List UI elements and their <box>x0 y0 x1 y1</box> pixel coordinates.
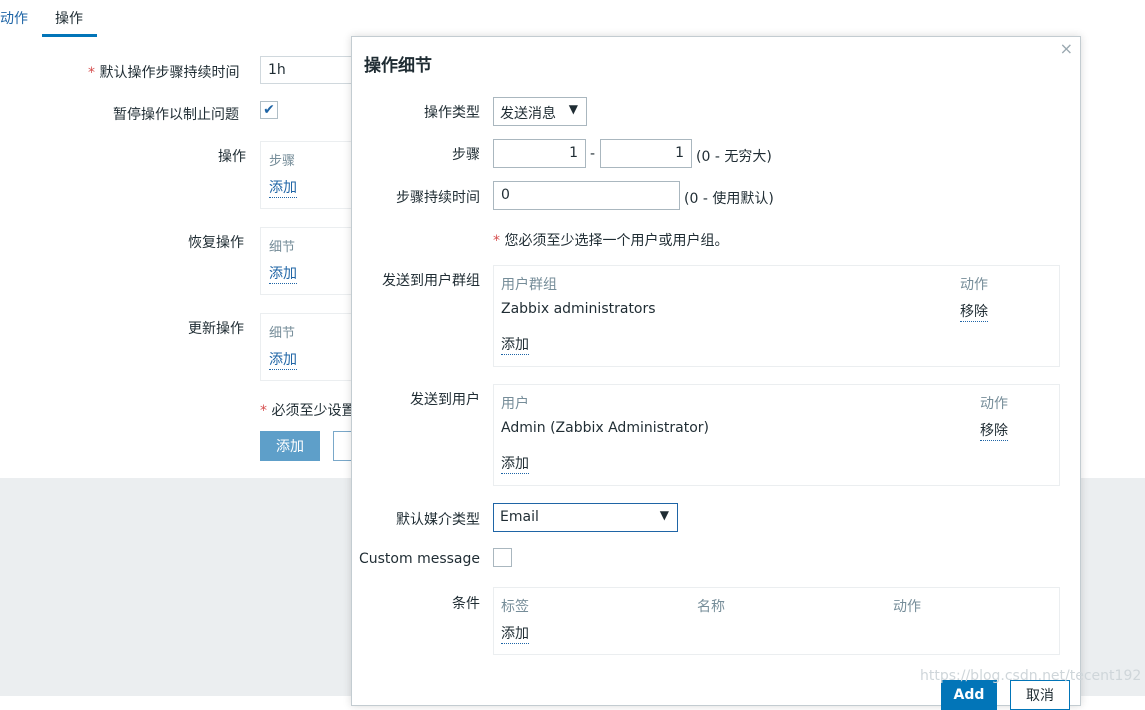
recovery-add-link[interactable]: 添加 <box>269 263 297 284</box>
dialog-title: 操作细节 <box>364 56 432 76</box>
recovery-header: 细节 <box>269 240 296 255</box>
step-to-input[interactable]: 1 <box>600 139 692 168</box>
users-table: 用户 动作 Admin (Zabbix Administrator) 移除 添加 <box>493 384 1060 486</box>
users-add-link[interactable]: 添加 <box>501 453 529 474</box>
operations-label: 操作 <box>218 149 246 165</box>
watermark-text: https://blog.csdn.net/tecent192 <box>920 668 1142 684</box>
step-separator: - <box>590 146 596 162</box>
update-operations-label: 更新操作 <box>188 321 244 337</box>
tab-operations[interactable]: 操作 <box>55 8 83 28</box>
conditions-add-link[interactable]: 添加 <box>501 623 529 644</box>
required-user-note: * 您必须至少选择一个用户或用户组。 <box>493 233 729 249</box>
conditions-table: 标签 名称 动作 添加 <box>493 587 1060 655</box>
update-header: 细节 <box>269 326 296 341</box>
media-type-value: Email <box>500 509 539 525</box>
user-group-name: Zabbix administrators <box>501 301 656 317</box>
pause-operations-checkbox[interactable]: ✔ <box>260 101 278 119</box>
step-from-input[interactable]: 1 <box>493 139 586 168</box>
dialog-add-button[interactable]: Add <box>941 680 997 710</box>
operation-type-select[interactable]: 发送消息 ▼ <box>493 97 587 126</box>
dropdown-arrow-icon: ▼ <box>568 102 578 116</box>
pause-operations-label: 暂停操作以制止问题 <box>113 107 239 123</box>
recovery-operations-box: 细节 添加 <box>260 227 352 295</box>
send-to-groups-label: 发送到用户群组 <box>382 273 480 289</box>
user-groups-col-action: 动作 <box>960 277 988 293</box>
tab-actions[interactable]: 动作 <box>0 8 28 28</box>
conditions-label: 条件 <box>452 596 480 612</box>
steps-hint: (0 - 无穷大) <box>696 149 772 165</box>
step-duration-input[interactable]: 0 <box>493 181 680 210</box>
dialog-cancel-button[interactable]: 取消 <box>1010 680 1070 710</box>
user-remove-link[interactable]: 移除 <box>980 420 1008 441</box>
operation-type-label: 操作类型 <box>424 105 480 121</box>
background-secondary-button[interactable] <box>333 431 352 461</box>
recovery-operations-label: 恢复操作 <box>188 235 244 251</box>
steps-label: 步骤 <box>452 147 480 163</box>
operation-type-value: 发送消息 <box>500 106 556 122</box>
operation-details-dialog: 操作细节 × 操作类型 发送消息 ▼ 步骤 1 - 1 (0 - 无穷大) 步骤… <box>351 36 1081 710</box>
background-add-button[interactable]: 添加 <box>260 431 320 461</box>
conditions-col-label: 标签 <box>501 599 529 615</box>
operations-add-link[interactable]: 添加 <box>269 177 297 198</box>
custom-message-checkbox[interactable] <box>493 548 512 567</box>
users-col-action: 动作 <box>980 396 1008 412</box>
conditions-col-action: 动作 <box>893 599 921 615</box>
operations-header: 步骤 <box>269 154 296 169</box>
user-name: Admin (Zabbix Administrator) <box>501 420 709 436</box>
media-type-select[interactable]: Email ▼ <box>493 503 678 532</box>
default-step-duration-label: * 默认操作步骤持续时间 <box>88 65 240 81</box>
user-group-remove-link[interactable]: 移除 <box>960 301 988 322</box>
step-duration-hint: (0 - 使用默认) <box>684 191 774 207</box>
conditions-col-name: 名称 <box>697 599 725 615</box>
media-type-label: 默认媒介类型 <box>396 512 480 528</box>
step-duration-label: 步骤持续时间 <box>396 190 480 206</box>
send-to-users-label: 发送到用户 <box>410 392 480 408</box>
tab-bar: 动作 操作 <box>0 0 1145 37</box>
default-step-duration-input[interactable]: 1h <box>260 56 352 84</box>
operations-box: 步骤 添加 <box>260 141 352 209</box>
user-groups-add-link[interactable]: 添加 <box>501 334 529 355</box>
custom-message-label: Custom message <box>358 551 480 567</box>
update-add-link[interactable]: 添加 <box>269 349 297 370</box>
user-groups-col-name: 用户群组 <box>501 277 557 293</box>
background-required-note: * 必须至少设置 <box>260 403 356 419</box>
users-col-name: 用户 <box>501 396 529 412</box>
update-operations-box: 细节 添加 <box>260 313 352 381</box>
dropdown-arrow-icon: ▼ <box>659 508 669 522</box>
close-icon[interactable]: × <box>1060 39 1073 58</box>
user-groups-table: 用户群组 动作 Zabbix administrators 移除 添加 <box>493 265 1060 367</box>
